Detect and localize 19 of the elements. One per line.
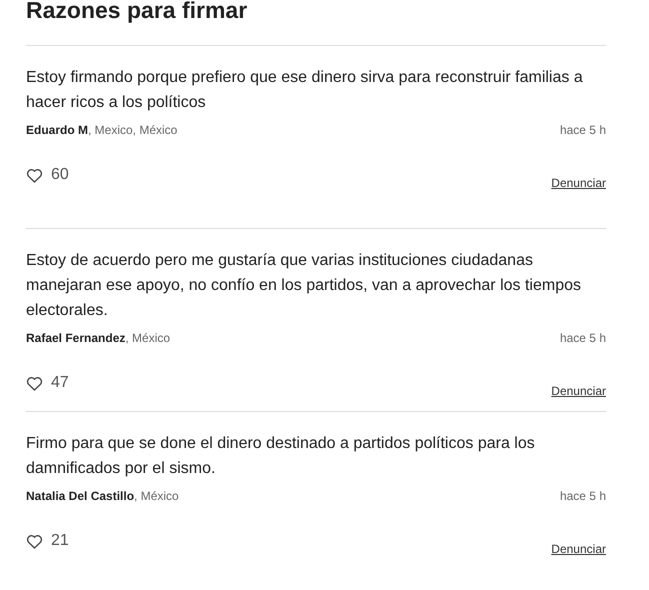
like-button[interactable]: 60 — [26, 166, 69, 184]
report-link[interactable]: Denunciar — [551, 176, 606, 190]
timestamp: hace 5 h — [560, 489, 606, 503]
timestamp: hace 5 h — [560, 123, 606, 137]
comment-text: Firmo para que se done el dinero destinado a partidos políticos para los damnificados por el sismo. — [26, 434, 536, 479]
author-line: Eduardo M, Mexico, México — [26, 123, 178, 137]
comment-text: Estoy firmando porque prefiero que ese dinero sirva para reconstruir familias a hacer ricos a los políticos — [26, 68, 584, 113]
heart-icon — [26, 534, 43, 548]
like-button[interactable]: 21 — [26, 532, 69, 550]
section-title: Razones para firmar — [26, 0, 248, 25]
author-line: Natalia Del Castillo, México — [26, 489, 179, 503]
heart-icon — [26, 168, 43, 182]
timestamp: hace 5 h — [560, 331, 606, 345]
report-link[interactable]: Denunciar — [551, 384, 606, 398]
author-line: Rafael Fernandez, México — [26, 331, 170, 345]
heart-icon — [26, 376, 43, 390]
comment-text: Estoy de acuerdo pero me gustaría que varias instituciones ciudadanas manejaran ese apoyo, no confío en los partidos, van a aprovechar los tiempos electorales. — [26, 251, 582, 321]
like-button[interactable]: 47 — [26, 374, 69, 392]
report-link[interactable]: Denunciar — [551, 542, 606, 556]
